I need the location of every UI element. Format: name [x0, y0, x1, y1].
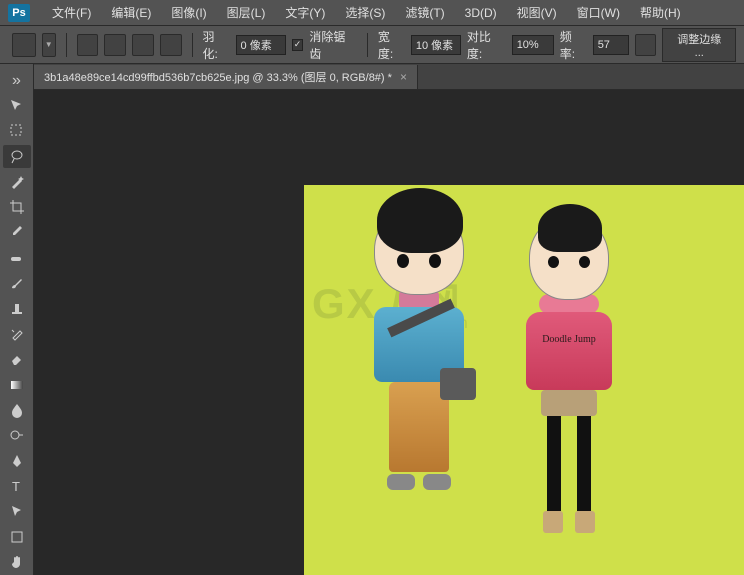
workspace: » T 3b1a48e89ce14cd99ffbd536b7cb625e.jpg… [0, 64, 744, 575]
selection-new-icon[interactable] [77, 34, 99, 56]
document-tab-title: 3b1a48e89ce14cd99ffbd536b7cb625e.jpg @ 3… [44, 69, 392, 85]
contrast-label: 对比度: [467, 28, 506, 62]
selection-intersect-icon[interactable] [160, 34, 182, 56]
selection-subtract-icon[interactable] [132, 34, 154, 56]
refine-edge-button[interactable]: 调整边缘 ... [662, 28, 736, 62]
canvas-figure-boy [354, 205, 484, 492]
pen-tool-icon[interactable] [3, 449, 31, 472]
width-label: 宽度: [378, 28, 405, 62]
gradient-tool-icon[interactable] [3, 373, 31, 396]
eraser-tool-icon[interactable] [3, 348, 31, 371]
menu-3d[interactable]: 3D(D) [455, 4, 507, 22]
menu-type[interactable]: 文字(Y) [275, 2, 335, 23]
width-input[interactable] [411, 35, 461, 55]
app-logo-icon: Ps [8, 4, 30, 22]
document-area: 3b1a48e89ce14cd99ffbd536b7cb625e.jpg @ 3… [34, 64, 744, 575]
pen-pressure-icon[interactable] [635, 34, 657, 56]
brush-tool-icon[interactable] [3, 272, 31, 295]
marquee-tool-icon[interactable] [3, 120, 31, 143]
hoodie-text: Doodle Jump [526, 334, 612, 345]
options-bar: ▼ 羽化: ✓ 消除锯齿 宽度: 对比度: 频率: 调整边缘 ... [0, 26, 744, 64]
menu-view[interactable]: 视图(V) [507, 2, 567, 23]
hand-tool-icon[interactable] [3, 551, 31, 574]
crop-tool-icon[interactable] [3, 196, 31, 219]
dodge-tool-icon[interactable] [3, 424, 31, 447]
menu-file[interactable]: 文件(F) [42, 2, 101, 23]
feather-label: 羽化: [203, 28, 230, 62]
tool-preset-icon[interactable] [12, 33, 36, 57]
separator [66, 33, 67, 57]
document-tab-bar: 3b1a48e89ce14cd99ffbd536b7cb625e.jpg @ 3… [34, 64, 744, 90]
tool-preset-dropdown[interactable]: ▼ [42, 33, 56, 57]
lasso-tool-icon[interactable] [3, 145, 31, 168]
menu-help[interactable]: 帮助(H) [630, 2, 691, 23]
path-selection-tool-icon[interactable] [3, 500, 31, 523]
eyedropper-tool-icon[interactable] [3, 221, 31, 244]
feather-input[interactable] [236, 35, 286, 55]
frequency-label: 频率: [560, 28, 587, 62]
toolbox: » T [0, 64, 34, 575]
menu-image[interactable]: 图像(I) [161, 2, 216, 23]
antialias-label: 消除锯齿 [309, 28, 356, 62]
antialias-checkbox[interactable]: ✓ [292, 39, 304, 51]
magic-wand-tool-icon[interactable] [3, 170, 31, 193]
menu-edit[interactable]: 编辑(E) [101, 2, 161, 23]
history-brush-tool-icon[interactable] [3, 322, 31, 345]
menu-select[interactable]: 选择(S) [335, 2, 395, 23]
menu-window[interactable]: 窗口(W) [567, 2, 630, 23]
separator [367, 33, 368, 57]
separator [192, 33, 193, 57]
selection-add-icon[interactable] [104, 34, 126, 56]
frequency-input[interactable] [593, 35, 629, 55]
collapse-toolbox-icon[interactable]: » [3, 69, 31, 92]
canvas[interactable]: GX / 网 .com Doodle Jump [304, 185, 744, 575]
type-tool-icon[interactable]: T [3, 475, 31, 498]
contrast-input[interactable] [512, 35, 554, 55]
clone-stamp-tool-icon[interactable] [3, 297, 31, 320]
healing-brush-tool-icon[interactable] [3, 246, 31, 269]
menu-bar: Ps 文件(F) 编辑(E) 图像(I) 图层(L) 文字(Y) 选择(S) 滤… [0, 0, 744, 26]
blur-tool-icon[interactable] [3, 398, 31, 421]
menu-layer[interactable]: 图层(L) [217, 2, 276, 23]
canvas-figure-girl: Doodle Jump [514, 215, 624, 533]
move-tool-icon[interactable] [3, 94, 31, 117]
svg-text:T: T [12, 479, 20, 494]
close-tab-icon[interactable]: × [400, 70, 407, 84]
shape-tool-icon[interactable] [3, 525, 31, 548]
menu-filter[interactable]: 滤镜(T) [395, 2, 454, 23]
document-tab[interactable]: 3b1a48e89ce14cd99ffbd536b7cb625e.jpg @ 3… [34, 65, 418, 89]
canvas-background[interactable]: GX / 网 .com Doodle Jump [34, 90, 744, 575]
